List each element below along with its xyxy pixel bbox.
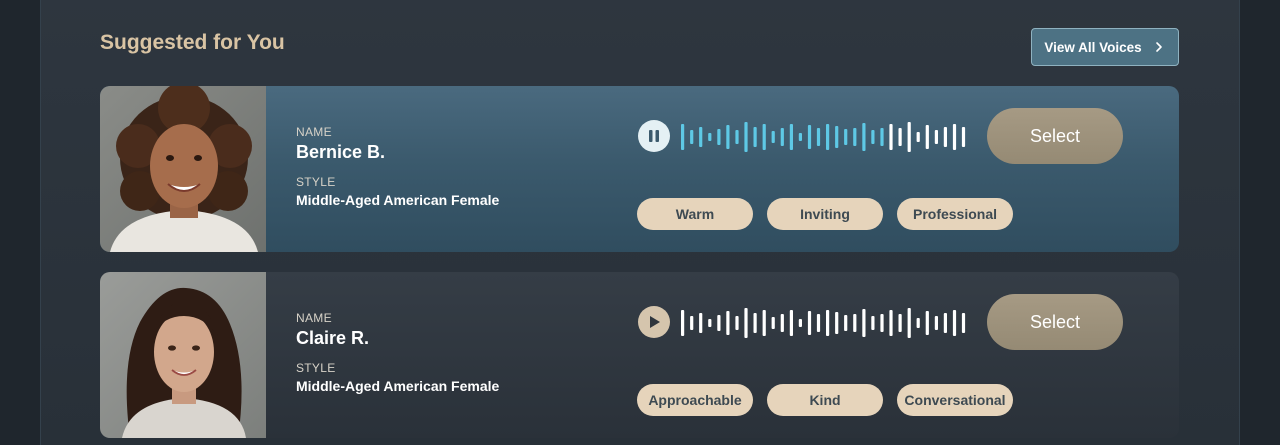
voice-name: Bernice B. — [296, 142, 386, 162]
waveform-bar — [789, 310, 793, 336]
waveform-bar — [961, 313, 966, 333]
voice-card[interactable]: NAME Bernice B. STYLE Middle-Aged Americ… — [100, 86, 1179, 252]
tag: Inviting — [767, 198, 883, 230]
waveform-bar — [952, 124, 957, 150]
tag: Approachable — [637, 384, 753, 416]
waveform-bar — [807, 311, 812, 335]
waveform-bar — [952, 310, 957, 336]
waveform-bar — [762, 310, 766, 336]
waveform-bar — [798, 319, 802, 327]
play-button[interactable] — [638, 306, 670, 338]
waveform-bar — [907, 122, 911, 152]
chevron-right-icon — [1155, 42, 1162, 52]
style-label: STYLE — [296, 175, 336, 189]
waveform[interactable] — [680, 119, 970, 155]
voice-avatar — [100, 86, 266, 252]
tag: Warm — [637, 198, 753, 230]
waveform-bar — [871, 316, 875, 330]
waveform-bar — [916, 318, 920, 328]
waveform-bar — [726, 125, 730, 149]
waveform-bar — [862, 123, 866, 151]
voice-style: Middle-Aged American Female — [296, 378, 500, 394]
waveform-bar — [681, 124, 685, 150]
name-label: NAME — [296, 311, 332, 325]
select-button[interactable]: Select — [987, 294, 1123, 350]
waveform-bar — [844, 129, 848, 145]
waveform-bar — [690, 130, 694, 144]
voice-avatar — [100, 272, 266, 438]
waveform-bar — [961, 127, 966, 147]
waveform-bar — [898, 128, 902, 146]
waveform-bar — [744, 122, 748, 152]
view-all-voices-button[interactable]: View All Voices — [1031, 28, 1179, 66]
name-label: NAME — [296, 125, 332, 139]
tag: Kind — [767, 384, 883, 416]
waveform-bar — [934, 316, 938, 330]
waveform-bar — [907, 308, 911, 338]
waveform-bar — [789, 124, 793, 150]
waveform-bar — [744, 308, 748, 338]
waveform-bar — [708, 319, 712, 327]
waveform-bar — [925, 125, 929, 149]
waveform-bar — [835, 312, 839, 334]
waveform-bar — [780, 128, 784, 146]
waveform-bar — [735, 316, 739, 330]
waveform-bar — [681, 310, 685, 336]
waveform[interactable] — [680, 305, 970, 341]
waveform-bar — [816, 314, 821, 332]
waveform-bar — [708, 133, 712, 141]
waveform-bar — [717, 315, 721, 331]
waveform-bar — [807, 125, 812, 149]
section-title: Suggested for You — [100, 31, 285, 54]
tag: Conversational — [897, 384, 1013, 416]
waveform-bar — [943, 313, 947, 333]
voice-card[interactable]: NAME Claire R. STYLE Middle-Aged America… — [100, 272, 1179, 438]
view-all-voices-label: View All Voices — [1044, 39, 1142, 55]
style-label: STYLE — [296, 361, 336, 375]
waveform-bar — [880, 314, 884, 332]
waveform-bar — [925, 311, 929, 335]
waveform-bar — [826, 310, 830, 336]
waveform-bar — [889, 124, 893, 150]
waveform-bar — [798, 133, 802, 141]
waveform-bar — [717, 129, 721, 145]
waveform-bar — [871, 130, 875, 144]
waveform-bar — [835, 126, 839, 148]
tag: Professional — [897, 198, 1013, 230]
voice-name: Claire R. — [296, 328, 370, 348]
pause-icon — [649, 130, 659, 142]
waveform-bar — [780, 314, 784, 332]
waveform-bar — [699, 127, 703, 147]
waveform-bar — [762, 124, 766, 150]
waveform-bar — [826, 124, 830, 150]
waveform-bar — [934, 130, 938, 144]
waveform-bar — [753, 313, 757, 333]
select-button[interactable]: Select — [987, 108, 1123, 164]
waveform-bar — [862, 309, 866, 337]
waveform-bar — [943, 127, 947, 147]
waveform-bar — [699, 313, 703, 333]
waveform-bar — [771, 317, 775, 329]
waveform-bar — [916, 132, 920, 142]
waveform-bar — [898, 314, 902, 332]
waveform-bar — [690, 316, 694, 330]
waveform-bar — [880, 128, 884, 146]
pause-button[interactable] — [638, 120, 670, 152]
voice-style: Middle-Aged American Female — [296, 192, 500, 208]
waveform-bar — [771, 131, 775, 143]
waveform-bar — [726, 311, 730, 335]
waveform-bar — [844, 315, 848, 331]
waveform-bar — [889, 310, 893, 336]
waveform-bar — [853, 314, 857, 332]
waveform-bar — [753, 127, 757, 147]
waveform-bar — [853, 128, 857, 146]
play-icon — [650, 316, 660, 328]
waveform-bar — [816, 128, 821, 146]
waveform-bar — [735, 130, 739, 144]
